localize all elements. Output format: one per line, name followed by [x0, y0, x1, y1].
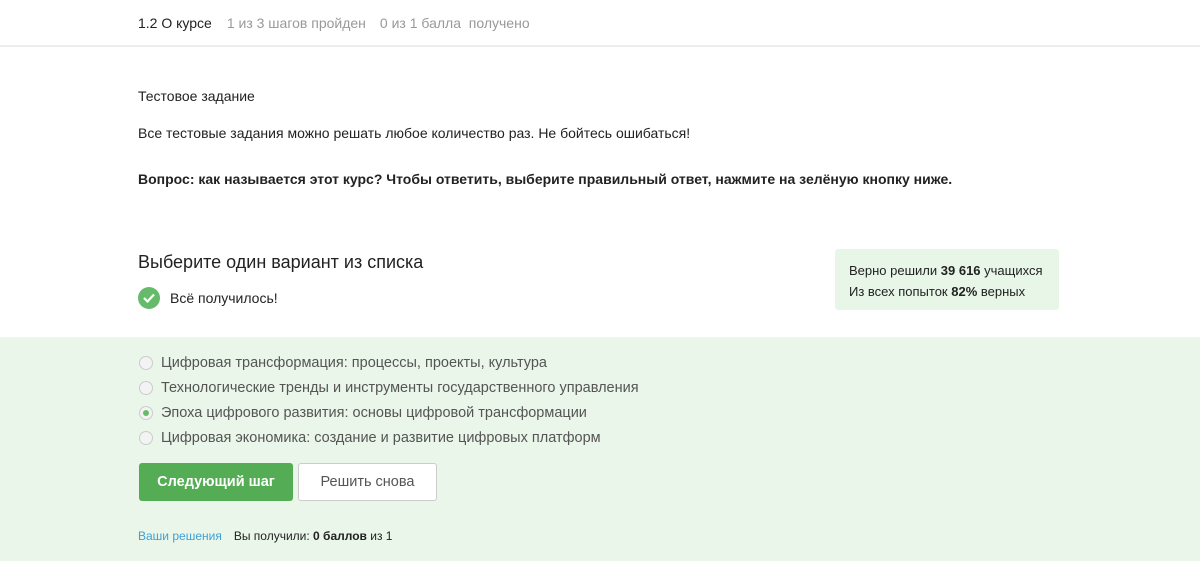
check-icon: [138, 287, 160, 309]
lesson-title: 1.2 О курсе: [138, 14, 212, 31]
quiz-heading: Выберите один вариант из списка: [138, 252, 424, 272]
radio-selected-icon[interactable]: [139, 405, 153, 420]
options-list: Цифровая трансформация: процессы, проект…: [139, 350, 639, 450]
radio-icon[interactable]: [139, 355, 153, 370]
option[interactable]: Цифровая трансформация: процессы, проект…: [139, 350, 639, 375]
your-solutions-link[interactable]: Ваши решения: [138, 529, 222, 543]
success-status: Всё получилось!: [138, 287, 278, 309]
stats-box: Верно решили 39 616 учащихся Из всех поп…: [835, 249, 1059, 310]
task-title: Тестовое задание: [138, 88, 255, 104]
task-text: Все тестовые задания можно решать любое …: [138, 125, 691, 141]
success-text: Всё получилось!: [170, 290, 278, 306]
radio-icon[interactable]: [139, 430, 153, 445]
option[interactable]: Цифровая экономика: создание и развитие …: [139, 425, 639, 450]
footer: Ваши решения Вы получили: 0 баллов из 1: [138, 529, 393, 543]
stats-solved: Верно решили 39 616 учащихся: [849, 263, 1043, 278]
step-header: 1.2 О курсе 1 из 3 шагов пройден 0 из 1 …: [0, 0, 1200, 47]
next-step-button[interactable]: Следующий шаг: [139, 463, 293, 501]
stats-attempts: Из всех попыток 82% верных: [849, 284, 1026, 299]
option-selected[interactable]: Эпоха цифрового развития: основы цифрово…: [139, 400, 639, 425]
steps-progress: 1 из 3 шагов пройден: [226, 14, 366, 31]
radio-icon[interactable]: [139, 380, 153, 395]
points-progress: 0 из 1 балла получено: [379, 14, 530, 31]
retry-button[interactable]: Решить снова: [298, 463, 437, 501]
question-text: Вопрос: как называется этот курс? Чтобы …: [138, 171, 953, 187]
option[interactable]: Технологические тренды и инструменты гос…: [139, 375, 639, 400]
